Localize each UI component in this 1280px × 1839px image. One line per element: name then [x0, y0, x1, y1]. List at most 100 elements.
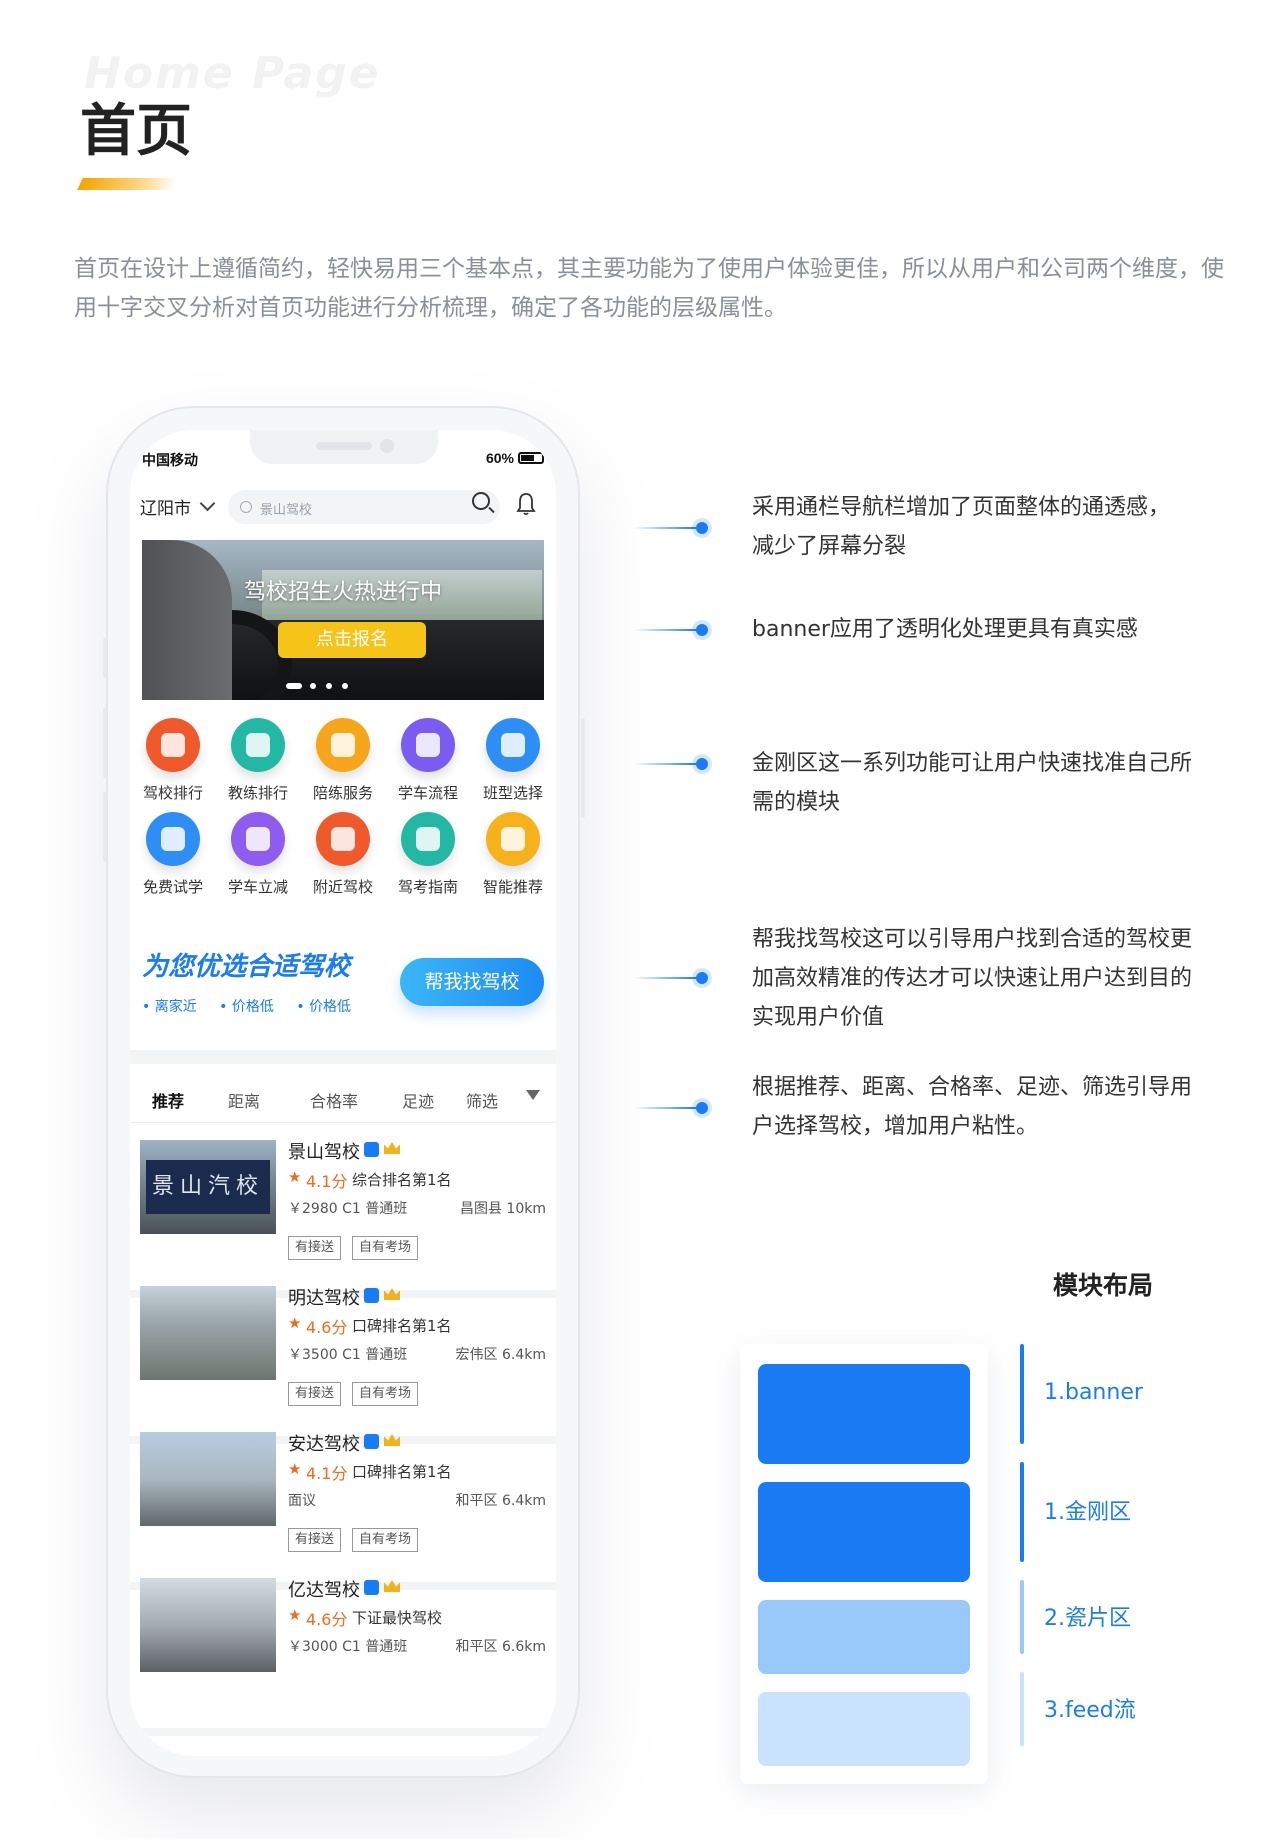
annotation-dot	[696, 1102, 708, 1114]
annotation-line	[634, 1107, 696, 1109]
search-icon[interactable]	[472, 492, 490, 510]
chevron-down-icon[interactable]	[199, 495, 216, 512]
pagination-dot[interactable]	[310, 683, 316, 689]
tab-recommend[interactable]: 推荐	[152, 1088, 184, 1112]
carrier-label: 中国移动	[142, 452, 198, 468]
intro-paragraph: 首页在设计上遵循简约，轻快易用三个基本点，其主要功能为了使用户体验更佳，所以从用…	[74, 256, 1224, 321]
volume-up-button	[103, 708, 107, 778]
school-location: 和平区 6.6km	[455, 1639, 546, 1655]
grid-item-discount[interactable]: 学车立减	[215, 812, 301, 902]
crown-icon	[384, 1580, 400, 1592]
grid-item-practice[interactable]: 陪练服务	[300, 718, 386, 808]
verified-icon	[364, 1580, 379, 1595]
promo-tags: 离家近 价格低 价格低	[142, 996, 369, 1016]
bell-icon[interactable]	[516, 492, 536, 516]
tab-footprint[interactable]: 足迹	[402, 1088, 434, 1112]
school-card[interactable]: 亿达驾校 ★ 4.6分 下证最快驾校 ￥3000 C1 普通班 和平区 6.6k…	[130, 1562, 556, 1736]
speaker	[316, 442, 372, 450]
tag-exam-site: 自有考场	[352, 1236, 419, 1260]
section-divider	[130, 1050, 556, 1064]
promo-tag: 价格低	[219, 996, 274, 1016]
pagination-dot-active[interactable]	[286, 683, 302, 689]
mute-switch	[103, 638, 107, 678]
tag-exam-site: 自有考场	[352, 1528, 419, 1552]
filter-icon[interactable]	[526, 1090, 540, 1100]
annotation-text: 金刚区这一系列功能可让用户快速找准自己所需的模块	[752, 751, 1193, 815]
find-school-button[interactable]: 帮我找驾校	[400, 958, 544, 1006]
city-selector[interactable]: 辽阳市	[140, 494, 191, 519]
phone-screen: 中国移动 60% 辽阳市 景山驾校 驾校招生火热进行中 点击报名 驾校排行 教练…	[130, 430, 556, 1756]
search-placeholder: 景山驾校	[260, 503, 313, 518]
grid-label: 驾校排行	[142, 784, 203, 802]
grid-label: 附近驾校	[312, 878, 373, 896]
promo-title: 为您优选合适驾校	[142, 952, 351, 982]
annotation-dot	[696, 758, 708, 770]
layout-title: 模块布局	[1053, 1271, 1154, 1300]
grid-item-guide[interactable]: 驾考指南	[385, 812, 471, 902]
grid-item-process[interactable]: 学车流程	[385, 718, 471, 808]
banner[interactable]: 驾校招生火热进行中 点击报名	[142, 540, 544, 700]
promo-tag: 价格低	[296, 996, 351, 1016]
volume-down-button	[103, 792, 107, 862]
pagination-dot[interactable]	[342, 683, 348, 689]
banner-title: 驾校招生火热进行中	[243, 580, 442, 605]
school-price: 面议	[288, 1493, 316, 1509]
crown-icon	[384, 1434, 400, 1446]
top-nav: 辽阳市 景山驾校	[130, 484, 556, 528]
verified-icon	[364, 1434, 379, 1449]
tile-block	[758, 1600, 970, 1674]
banner-signup-button[interactable]: 点击报名	[278, 622, 426, 658]
trophy-icon	[146, 718, 200, 772]
school-score: 4.6分	[306, 1318, 348, 1337]
annotation-line	[634, 629, 696, 631]
filter-tabs: 推荐 距离 合格率 足迹 筛选	[130, 1078, 556, 1120]
free-icon	[146, 812, 200, 866]
search-hint-icon	[240, 501, 252, 513]
annotation-dot	[696, 624, 708, 636]
tab-pass-rate[interactable]: 合格率	[310, 1088, 358, 1112]
school-score: 4.1分	[306, 1464, 348, 1483]
crown-icon	[384, 1142, 400, 1154]
school-price: ￥3000 C1 普通班	[288, 1639, 408, 1655]
tab-filter[interactable]: 筛选	[466, 1088, 498, 1112]
annotation-dot	[696, 972, 708, 984]
flow-icon	[401, 718, 455, 772]
star-icon: ★	[288, 1315, 302, 1332]
annotation-line	[634, 977, 696, 979]
school-name: 安达驾校	[288, 1434, 360, 1455]
layout-label-grid: 1.金刚区	[1044, 1500, 1131, 1525]
layout-label-banner: 1.banner	[1044, 1380, 1143, 1405]
promo-tag: 离家近	[142, 996, 197, 1016]
banner-block	[758, 1364, 970, 1464]
search-input[interactable]: 景山驾校	[228, 490, 500, 524]
crown-icon	[384, 1288, 400, 1300]
grid-block	[758, 1482, 970, 1582]
grid-item-class-type[interactable]: 班型选择	[470, 718, 556, 808]
people-icon	[316, 812, 370, 866]
tab-distance[interactable]: 距离	[228, 1088, 260, 1112]
grid-label: 智能推荐	[482, 878, 543, 896]
promo-section: 为您优选合适驾校 离家近 价格低 价格低 帮我找驾校	[130, 938, 556, 1034]
grid-item-school-rank[interactable]: 驾校排行	[130, 718, 216, 808]
annotation-text: 采用通栏导航栏增加了页面整体的通透感，减少了屏幕分裂	[752, 495, 1171, 559]
camera	[380, 439, 394, 453]
grid-item-free-trial[interactable]: 免费试学	[130, 812, 216, 902]
feed-block	[758, 1692, 970, 1766]
battery-percent: 60%	[485, 450, 514, 466]
pagination-dot[interactable]	[326, 683, 332, 689]
school-score: 4.6分	[306, 1610, 348, 1629]
annotation-text: banner应用了透明化处理更具有真实感	[752, 617, 1138, 642]
driver-image	[142, 540, 232, 700]
school-sign: 景山汽校	[146, 1160, 270, 1214]
school-rank: 口碑排名第1名	[352, 1463, 452, 1481]
grid-item-recommend[interactable]: 智能推荐	[470, 812, 556, 902]
page-title: 首页	[80, 99, 192, 164]
layout-label-feed: 3.feed流	[1044, 1698, 1136, 1723]
grid-label: 教练排行	[227, 784, 288, 802]
layout-diagram	[740, 1344, 988, 1784]
grid-item-coach-rank[interactable]: 教练排行	[215, 718, 301, 808]
school-thumbnail	[140, 1578, 276, 1672]
annotation-text: 根据推荐、距离、合格率、足迹、筛选引导用户选择驾校，增加用户粘性。	[752, 1075, 1193, 1139]
grid-item-nearby[interactable]: 附近驾校	[300, 812, 386, 902]
school-price: ￥2980 C1 普通班	[288, 1201, 408, 1217]
